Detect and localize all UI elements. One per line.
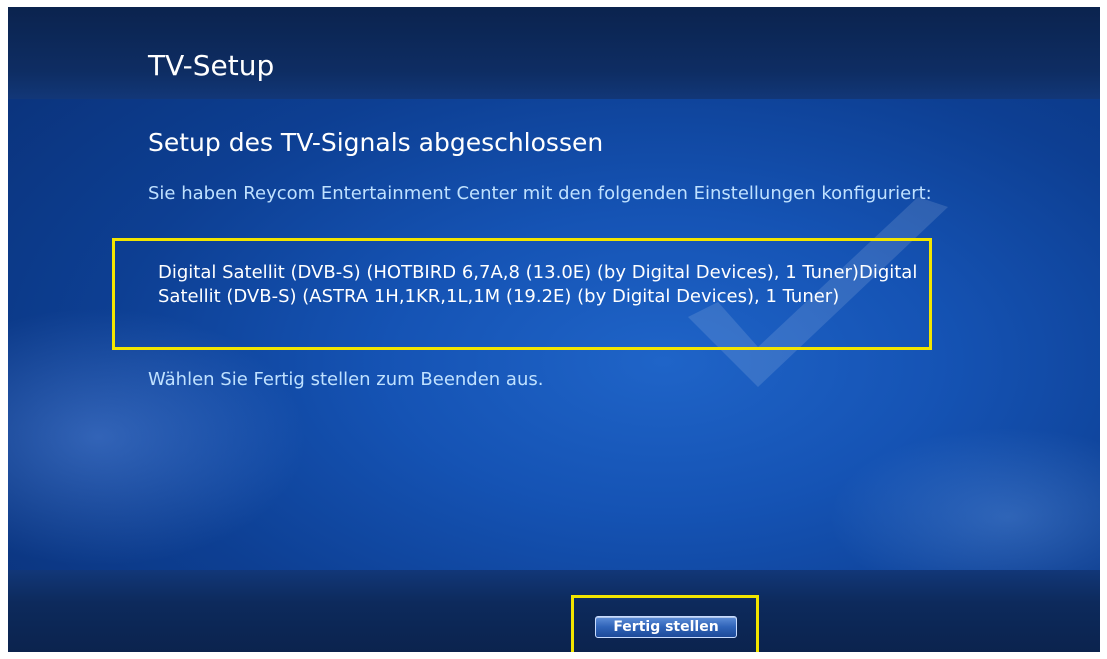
configured-settings-text: Digital Satellit (DVB-S) (HOTBIRD 6,7A,8… — [158, 262, 918, 307]
footer-bar — [8, 570, 1100, 652]
finish-button[interactable]: Fertig stellen — [595, 616, 737, 638]
page-heading: Setup des TV-Signals abgeschlossen — [148, 128, 604, 157]
instruction-text: Wählen Sie Fertig stellen zum Beenden au… — [148, 369, 544, 390]
intro-text: Sie haben Reycom Entertainment Center mi… — [148, 183, 932, 204]
page-title: TV-Setup — [148, 49, 275, 82]
header-bar: TV-Setup — [8, 7, 1100, 99]
media-center-window: TV-Setup Setup des TV-Signals abgeschlos… — [8, 7, 1100, 652]
